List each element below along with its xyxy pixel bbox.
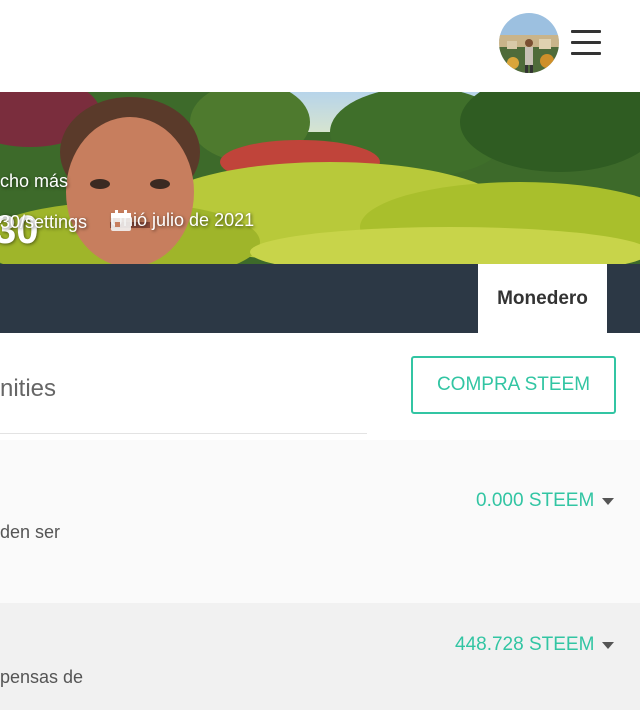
steem-balance-dropdown[interactable]: 0.000 STEEM xyxy=(476,490,615,512)
caret-down-icon xyxy=(602,497,615,505)
cover-photo xyxy=(0,92,640,264)
steem-balance-description: den ser xyxy=(0,522,61,542)
buy-steem-button[interactable]: COMPRA STEEM xyxy=(411,356,616,414)
tab-wallet[interactable]: Monedero xyxy=(478,264,607,333)
profile-website[interactable]: 30/settings xyxy=(0,213,87,231)
steem-power-description: pensas de xyxy=(0,667,84,687)
user-avatar[interactable] xyxy=(499,13,559,73)
hamburger-menu-icon[interactable] xyxy=(571,30,601,56)
caret-down-icon xyxy=(602,641,615,649)
top-header xyxy=(0,0,640,92)
calendar-icon xyxy=(111,210,131,231)
section-divider xyxy=(0,433,367,434)
steem-balance-value: 0.000 STEEM xyxy=(476,490,595,511)
balance-row-steem-power: 448.728 STEEM pensas de xyxy=(0,603,640,710)
profile-joined: Unió julio de 2021 xyxy=(110,210,254,231)
balance-row-steem: 0.000 STEEM den ser xyxy=(0,440,640,603)
communities-heading[interactable]: nities xyxy=(0,375,56,403)
profile-tab-bar: Monedero xyxy=(0,264,640,333)
profile-about: cho más xyxy=(0,171,69,191)
steem-power-value: 448.728 STEEM xyxy=(455,634,595,655)
profile-cover: 30 cho más 30/settings Unió julio de 202… xyxy=(0,92,640,264)
steem-power-dropdown[interactable]: 448.728 STEEM xyxy=(455,634,615,656)
